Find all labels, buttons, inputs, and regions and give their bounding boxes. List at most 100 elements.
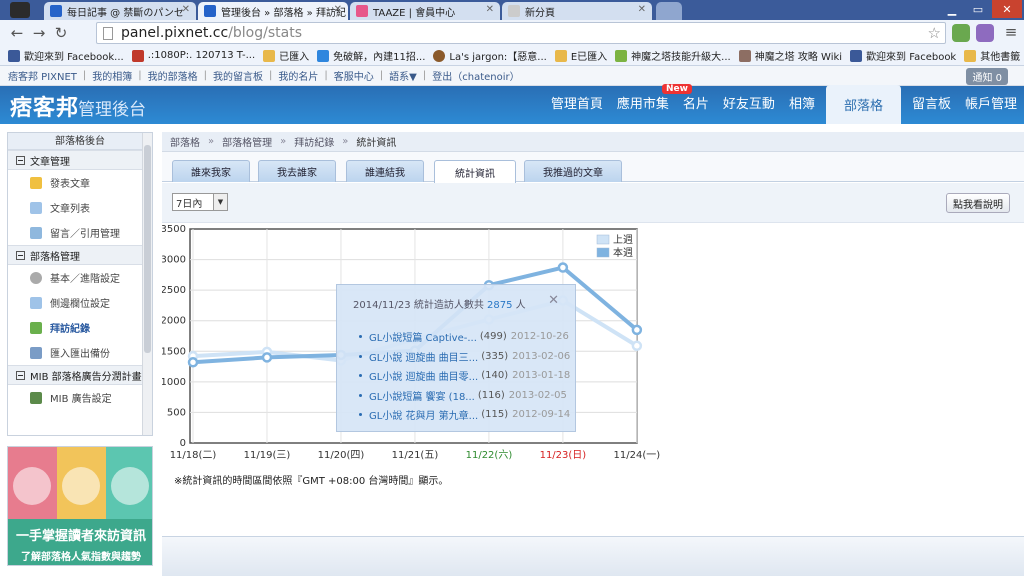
article-link[interactable]: GL小說 花與月 第九章...: [369, 407, 478, 422]
collapse-icon[interactable]: [16, 250, 25, 260]
site-link[interactable]: 我的部落格: [148, 68, 198, 83]
logout-link[interactable]: 登出（chatenoir）: [432, 68, 519, 83]
sidebar-section-blog[interactable]: 部落格管理: [8, 245, 152, 265]
nav-item-account[interactable]: 帳戶管理: [958, 93, 1024, 124]
close-icon[interactable]: ✕: [548, 293, 559, 308]
article-link[interactable]: GL小說短篇 Captive-...: [369, 329, 477, 344]
sidebar-item-post-list[interactable]: 文章列表: [8, 195, 152, 220]
browser-tab[interactable]: 每日記事 @ 禁斷のパンセ ✕: [44, 2, 196, 20]
browser-tab[interactable]: TAAZE | 會員中心 ✕: [350, 2, 500, 20]
bookmark-folder[interactable]: 其他書籤: [964, 48, 1020, 63]
collapse-icon[interactable]: [16, 155, 25, 165]
site-link[interactable]: 客服中心: [334, 68, 374, 83]
comment-icon: [30, 226, 42, 239]
extension-icon[interactable]: [952, 24, 970, 42]
bookmark-folder[interactable]: E已匯入: [554, 48, 607, 63]
close-icon[interactable]: ✕: [638, 4, 646, 15]
minimize-icon[interactable]: ▁: [940, 0, 964, 18]
article-count: (115): [481, 409, 509, 421]
tab-who-links-me[interactable]: 誰連結我: [346, 160, 424, 182]
site-link[interactable]: 痞客邦 PIXNET: [8, 68, 77, 83]
reload-icon[interactable]: ↻: [50, 24, 72, 42]
forward-icon[interactable]: →: [28, 24, 50, 42]
breadcrumb-item[interactable]: 部落格: [170, 134, 200, 149]
bookmark-item[interactable]: 歡迎來到 Facebook...: [8, 48, 124, 63]
address-bar[interactable]: panel.pixnet.cc/blog/stats ☆: [96, 22, 946, 44]
article-link[interactable]: GL小說 迴旋曲 曲目零...: [369, 368, 478, 383]
bookmark-label: 神魔之塔技能升級大...: [631, 52, 731, 63]
nav-item-admin-home[interactable]: 管理首頁: [544, 93, 610, 124]
promo-banner[interactable]: 一手掌握讀者來訪資訊 了解部落格人氣指數與趨勢: [7, 446, 153, 566]
nav-item-namecard[interactable]: 名片: [676, 93, 716, 124]
bookmark-label: 神魔之塔 攻略 Wiki: [754, 52, 843, 63]
close-icon[interactable]: ✕: [334, 4, 342, 15]
sidebar-item-import-export[interactable]: 匯入匯出備份: [8, 340, 152, 365]
pencil-icon: [30, 176, 42, 189]
article-count: (335): [481, 350, 509, 362]
notification-badge[interactable]: 通知 0: [966, 68, 1008, 85]
extension-icon[interactable]: [976, 24, 994, 42]
site-link[interactable]: 我的相簿: [92, 68, 132, 83]
sidebar-item-comments[interactable]: 留言／引用管理: [8, 220, 152, 245]
sidebar-item-visit-records[interactable]: 拜訪紀錄: [8, 315, 152, 340]
list-icon: [30, 201, 42, 214]
range-select[interactable]: 7日內 ▼: [172, 193, 228, 211]
bookmark-item[interactable]: 神魔之塔 攻略 Wiki: [738, 48, 843, 63]
nav-item-guestbook[interactable]: 留言板: [905, 93, 958, 124]
tab-recommended-posts[interactable]: 我推過的文章: [524, 160, 622, 182]
bookmark-item[interactable]: 神魔之塔技能升級大...: [615, 48, 731, 63]
collapse-icon[interactable]: [16, 370, 25, 380]
sidebar-section-articles[interactable]: 文章管理: [8, 150, 152, 170]
page-title: 管理後台: [78, 100, 146, 120]
site-link[interactable]: 我的留言板: [213, 68, 263, 83]
browser-tab-label: 新分頁: [525, 7, 555, 19]
maximize-icon[interactable]: ▭: [966, 0, 990, 18]
sidebar-item-mib-ads[interactable]: MIB 廣告設定: [8, 385, 152, 410]
list-item[interactable]: GL小說 迴旋曲 曲目零... (140) 2013-01-18: [359, 366, 570, 386]
list-item[interactable]: GL小說 花與月 第九章... (115) 2012-09-14: [359, 405, 570, 425]
bookmark-folder[interactable]: 已匯入: [263, 48, 309, 63]
list-item[interactable]: GL小說短篇 饗宴 (18... (116) 2013-02-05: [359, 386, 570, 406]
tab-statistics[interactable]: 統計資訊: [434, 160, 516, 183]
sidebar-scrollbar[interactable]: [142, 133, 152, 435]
menu-icon[interactable]: ≡: [1000, 23, 1022, 41]
sidebar-section-mib[interactable]: MIB 部落格廣告分潤計畫: [8, 365, 152, 385]
main-content: 部落格» 部落格管理» 拜訪紀錄» 統計資訊 誰來我家 我去誰家 誰連結我 統計…: [161, 132, 1024, 576]
bookmark-item[interactable]: 免破解，內建11招...: [317, 48, 425, 63]
nav-item-album[interactable]: 相簿: [782, 93, 822, 124]
browser-tab[interactable]: 新分頁 ✕: [502, 2, 652, 20]
close-icon[interactable]: ✕: [182, 4, 190, 15]
list-item[interactable]: GL小說短篇 Captive-... (499) 2012-10-26: [359, 327, 570, 347]
breadcrumb-item[interactable]: 拜訪紀錄: [294, 134, 334, 149]
tab-who-visited-me[interactable]: 誰來我家: [172, 160, 250, 182]
tab-where-i-visited[interactable]: 我去誰家: [258, 160, 336, 182]
y-tick-label: 2000: [162, 316, 186, 327]
tab-favicon-icon: [204, 5, 216, 17]
list-item[interactable]: GL小說 迴旋曲 曲目三... (335) 2013-02-06: [359, 347, 570, 367]
nav-item-app-market[interactable]: 應用市集: [610, 93, 676, 124]
new-tab-button[interactable]: [656, 2, 682, 20]
sidebar-item-sidebar-widgets[interactable]: 側邊欄位設定: [8, 290, 152, 315]
bookmark-item[interactable]: .:1080P:. 120713 T-...: [131, 49, 255, 62]
back-icon[interactable]: ←: [6, 24, 28, 42]
scrollbar-thumb[interactable]: [144, 145, 151, 353]
nav-item-blog[interactable]: 部落格: [825, 85, 901, 124]
bookmark-star-icon[interactable]: ☆: [928, 24, 941, 42]
article-link[interactable]: GL小說短篇 饗宴 (18...: [369, 388, 475, 403]
close-icon[interactable]: ✕: [486, 4, 494, 15]
help-button[interactable]: 點我看說明: [946, 193, 1010, 213]
breadcrumb-item[interactable]: 部落格管理: [222, 134, 272, 149]
sidebar-item-settings[interactable]: 基本／進階設定: [8, 265, 152, 290]
pixnet-logo[interactable]: 痞客邦: [10, 90, 79, 122]
bookmark-label: La's jargon:【惡意...: [449, 52, 547, 63]
language-dropdown[interactable]: 語系▼: [389, 68, 417, 83]
close-window-icon[interactable]: ✕: [992, 0, 1022, 18]
sidebar-item-new-post[interactable]: 發表文章: [8, 170, 152, 195]
browser-tab-active[interactable]: 管理後台 » 部落格 » 拜訪紀 ✕: [198, 2, 348, 20]
site-link[interactable]: 我的名片: [278, 68, 318, 83]
article-link[interactable]: GL小說 迴旋曲 曲目三...: [369, 349, 478, 364]
bookmark-item[interactable]: 歡迎來到 Facebook: [850, 48, 956, 63]
bookmark-item[interactable]: La's jargon:【惡意...: [433, 48, 547, 63]
nav-item-friends[interactable]: 好友互動: [716, 93, 782, 124]
data-point: [261, 352, 273, 363]
